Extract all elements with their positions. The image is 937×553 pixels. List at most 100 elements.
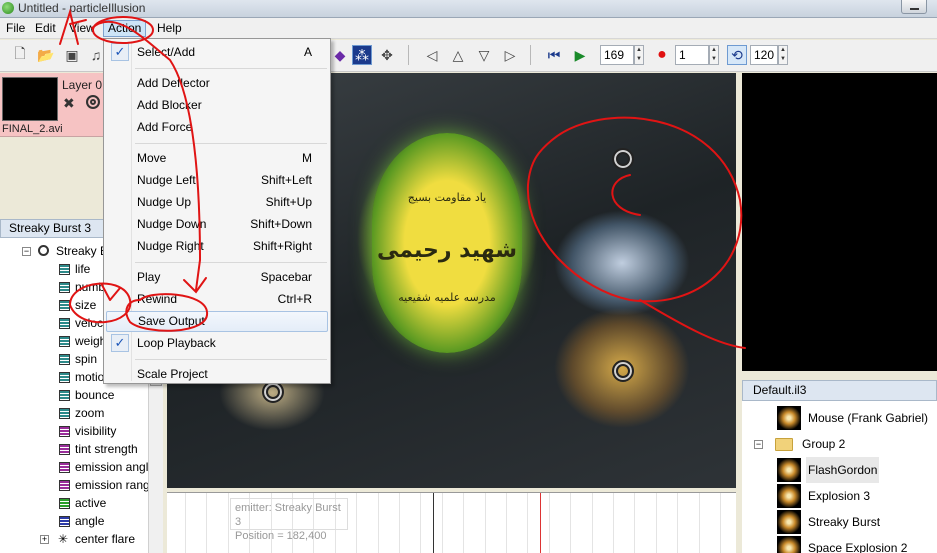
property-color-icon	[59, 390, 70, 401]
loop-field[interactable]: 120	[750, 45, 778, 65]
canvas-text-top: یاد مقاومت بسیج	[407, 191, 487, 204]
folder-icon	[775, 438, 793, 451]
emitter-spiral-icon[interactable]	[612, 148, 634, 170]
menu-item-label: Select/Add	[137, 45, 196, 59]
menu-item-move[interactable]: Move M	[106, 148, 328, 169]
menu-item-nudge-down[interactable]: Nudge Down Shift+Down	[106, 214, 328, 235]
rewind-icon[interactable]: ⏮	[544, 45, 564, 65]
tree-property-row[interactable]: angle	[0, 512, 148, 530]
tree-property-row[interactable]: emission range	[0, 476, 148, 494]
collapse-icon[interactable]: −	[22, 247, 31, 256]
menu-file[interactable]: File	[2, 20, 29, 37]
menu-edit[interactable]: Edit	[31, 20, 60, 37]
menu-item-shortcut: A	[303, 45, 312, 59]
menu-item-select-add[interactable]: ✓ Select/Add A	[106, 42, 328, 63]
menu-item-label: Add Force	[137, 120, 193, 134]
expand-icon[interactable]: +	[40, 535, 49, 544]
menu-separator	[135, 262, 327, 263]
tree-child[interactable]: + ✳ center flare	[0, 530, 148, 548]
play-icon[interactable]: ▶	[570, 45, 590, 65]
nudge-up-icon[interactable]: △	[448, 45, 468, 65]
property-color-icon	[59, 480, 70, 491]
menu-help[interactable]: Help	[153, 20, 186, 37]
timeline-tick	[592, 493, 593, 553]
tree-property-row[interactable]: visibility	[0, 422, 148, 440]
menu-item-loop-playback[interactable]: ✓ Loop Playback	[106, 333, 328, 354]
tree-child-label: center flare	[75, 532, 136, 546]
nudge-left-icon[interactable]: ◁	[422, 45, 442, 65]
menu-item-play[interactable]: Play Spacebar	[106, 267, 328, 288]
emitter-thumbnail-icon	[777, 536, 801, 553]
new-file-icon[interactable]: 🗋	[10, 45, 30, 65]
menu-item-label: Nudge Down	[137, 217, 207, 231]
menu-item-label: Nudge Left	[137, 173, 196, 187]
timeline-info: emitter: Streaky Burst 3 Position = 182,…	[230, 498, 348, 542]
timeline-tick	[420, 493, 421, 553]
tree-property-label: angle	[75, 514, 105, 528]
tree-property-label: emission range	[75, 478, 148, 492]
shape-icon[interactable]: ◆	[330, 45, 350, 65]
property-color-icon	[59, 444, 70, 455]
nudge-down-icon[interactable]: ▽	[474, 45, 494, 65]
loop-spinner[interactable]: ▲ ▼	[778, 45, 788, 65]
menu-item-nudge-left[interactable]: Nudge Left Shift+Left	[106, 170, 328, 191]
library-folder[interactable]: − Group 2	[742, 431, 937, 457]
checkmark-icon: ✓	[111, 334, 129, 352]
menu-item-scale-project[interactable]: Scale Project	[106, 364, 328, 385]
record-icon[interactable]: ●	[652, 45, 672, 65]
timeline[interactable]: emitter: Streaky Burst 3 Position = 182,…	[167, 492, 736, 553]
layer-emitter-icon[interactable]	[86, 95, 100, 109]
frame-spinner[interactable]: ▲ ▼	[634, 45, 644, 65]
property-color-icon	[59, 354, 70, 365]
move-icon[interactable]: ✥	[377, 45, 397, 65]
timeline-tick	[442, 493, 443, 553]
menu-item-nudge-up[interactable]: Nudge Up Shift+Up	[106, 192, 328, 213]
menu-item-shortcut: Shift+Down	[250, 217, 312, 231]
menu-item-rewind[interactable]: Rewind Ctrl+R	[106, 289, 328, 310]
tree-property-row[interactable]: zoom	[0, 404, 148, 422]
menu-item-add-deflector[interactable]: Add Deflector	[106, 73, 328, 94]
collapse-icon[interactable]: −	[754, 440, 763, 449]
frame-field[interactable]: 169	[600, 45, 634, 65]
save-icon[interactable]: ▣	[62, 45, 82, 65]
layer-panel[interactable]: Layer 0 ✖ FINAL_2.avi	[0, 73, 103, 137]
app-icon	[2, 2, 14, 14]
layer-thumbnail	[2, 77, 58, 121]
tree-property-label: spin	[75, 352, 98, 366]
nudge-right-icon[interactable]: ▷	[500, 45, 520, 65]
record-field[interactable]: 1	[675, 45, 709, 65]
timeline-tick	[699, 493, 700, 553]
select-points-icon[interactable]: ⁂	[352, 45, 372, 65]
open-folder-icon[interactable]: 📂	[36, 45, 56, 65]
menu-item-add-blocker[interactable]: Add Blocker	[106, 95, 328, 116]
timeline-current-frame[interactable]	[540, 493, 541, 553]
library-item[interactable]: FlashGordon	[742, 457, 937, 483]
menu-item-save-output[interactable]: Save Output	[106, 311, 328, 332]
menu-item-nudge-right[interactable]: Nudge Right Shift+Right	[106, 236, 328, 257]
tree-property-row[interactable]: emission angle	[0, 458, 148, 476]
timeline-cursor[interactable]	[433, 493, 434, 553]
toolbar-separator	[408, 45, 409, 65]
tree-property-row[interactable]: tint strength	[0, 440, 148, 458]
library-item[interactable]: Space Explosion 2	[742, 535, 937, 553]
menu-item-add-force[interactable]: Add Force	[106, 117, 328, 138]
emitter-library: Mouse (Frank Gabriel) − Group 2 FlashGordon…	[742, 401, 937, 553]
property-color-icon	[59, 318, 70, 329]
menu-action[interactable]: Action	[103, 20, 147, 37]
tree-property-row[interactable]: active	[0, 494, 148, 512]
menu-item-shortcut: Shift+Left	[260, 173, 312, 187]
library-item[interactable]: Explosion 3	[742, 483, 937, 509]
tree-property-row[interactable]: bounce	[0, 386, 148, 404]
menu-view[interactable]: View	[65, 20, 99, 37]
record-spinner[interactable]: ▲ ▼	[709, 45, 719, 65]
timeline-tick	[185, 493, 186, 553]
library-item[interactable]: Mouse (Frank Gabriel)	[742, 405, 937, 431]
menu-item-label: Rewind	[137, 292, 178, 306]
minimize-button[interactable]	[901, 0, 927, 14]
loop-icon[interactable]: ⟲	[727, 45, 747, 65]
layer-hide-icon[interactable]: ✖	[63, 95, 75, 112]
timeline-tick	[677, 493, 678, 553]
tree-property-label: size	[75, 298, 97, 312]
library-item[interactable]: Streaky Burst	[742, 509, 937, 535]
emitter-spiral-icon[interactable]	[612, 360, 634, 382]
